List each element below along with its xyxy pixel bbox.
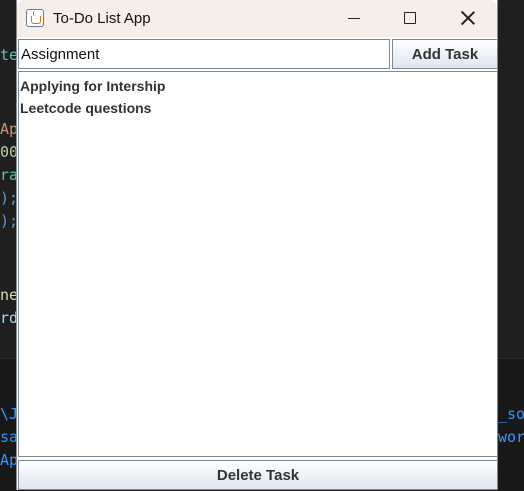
title-bar: To-Do List App <box>17 0 497 37</box>
window-title: To-Do List App <box>53 10 151 27</box>
list-item[interactable]: Applying for Intership <box>20 75 497 97</box>
maximize-icon <box>404 12 416 24</box>
add-task-button[interactable]: Add Task <box>392 39 498 69</box>
app-window: To-Do List App Add Task Applying for Int… <box>16 0 498 490</box>
minimize-icon <box>348 18 360 19</box>
code-fragment: wor <box>498 428 524 446</box>
list-item[interactable]: Leetcode questions <box>20 97 497 119</box>
task-list[interactable]: Applying for Intership Leetcode question… <box>18 71 498 457</box>
java-cup-icon <box>26 9 44 27</box>
code-fragment: _so <box>498 405 524 423</box>
task-input[interactable] <box>18 39 390 69</box>
close-icon <box>460 10 476 26</box>
delete-task-button[interactable]: Delete Task <box>18 460 498 490</box>
